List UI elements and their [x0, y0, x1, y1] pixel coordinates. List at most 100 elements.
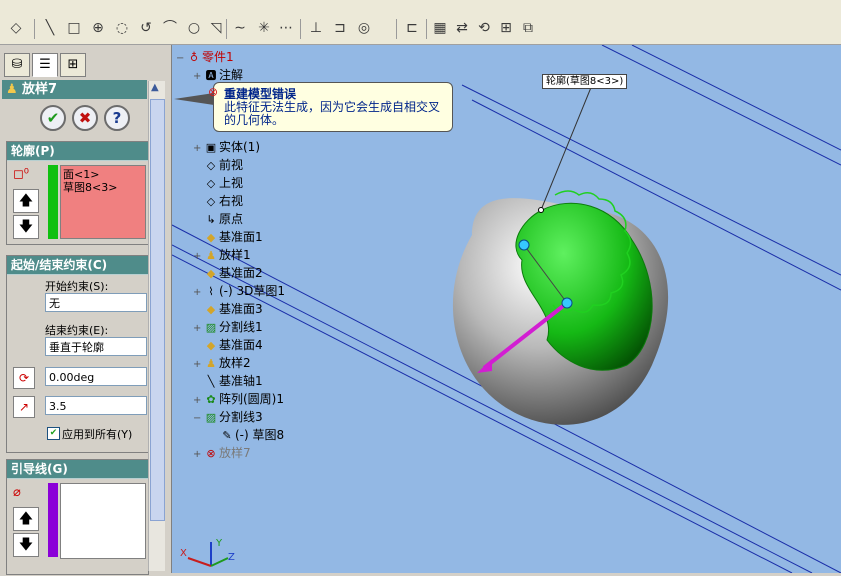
draft-angle-input[interactable]: 0.00deg [45, 367, 147, 386]
tree-item[interactable]: ◆ 基准面3 [193, 301, 263, 317]
help-button[interactable]: ? [104, 105, 130, 131]
plane-icon: ◆ [206, 267, 216, 280]
tree-item[interactable]: + ✿ 阵列(圆周)1 [193, 391, 284, 407]
panel-scrollbar[interactable]: ▲ [148, 81, 165, 571]
linear-pattern-icon[interactable]: ▦ [430, 18, 450, 38]
point-icon[interactable]: ✳ [254, 18, 274, 38]
profile-section-header[interactable]: 轮廓(P) [7, 142, 148, 160]
property-manager-tab[interactable]: ☰ [32, 53, 58, 77]
plane-icon: ◆ [206, 339, 216, 352]
tree-item[interactable]: + ♟ 放样1 [193, 247, 251, 263]
sketch-icon: ✎ [222, 429, 232, 442]
tree-item[interactable]: ◆ 基准面2 [193, 265, 263, 281]
tree-item[interactable]: − ▨ 分割线3 [193, 409, 263, 425]
tree-item[interactable]: ✎ (-) 草图8 [209, 427, 284, 443]
tree-item[interactable]: ◇ 上视 [193, 175, 243, 191]
error-icon: ⊗ [208, 85, 219, 99]
tree-item[interactable]: + ⊗ 放样7 [193, 445, 251, 461]
scale-entities-icon[interactable]: ⊞ [496, 18, 516, 38]
profile-selection-icon: ◻⁰ [13, 167, 30, 182]
copy-entities-icon[interactable]: ⧉ [518, 18, 538, 38]
line-icon[interactable]: ╲ [40, 18, 60, 38]
move-entities-icon[interactable]: ⇄ [452, 18, 472, 38]
move-down-button[interactable]: 🡇 [13, 215, 39, 239]
start-constraint-label: 开始约束(S): [45, 280, 109, 293]
end-constraint-select[interactable]: 垂直于轮廓 [45, 337, 147, 356]
tree-item[interactable]: + ⌇ (-) 3D草图1 [193, 283, 285, 299]
centerpoint-arc-icon[interactable]: ◌ [112, 18, 132, 38]
list-item[interactable]: 面<1> [63, 168, 143, 181]
constraints-section-header[interactable]: 起始/结束约束(C) [7, 256, 148, 274]
add-relation-icon[interactable]: ⊏ [402, 18, 422, 38]
sketch-fillet-icon[interactable]: ◹ [206, 18, 226, 38]
manager-tabs: ⛁ ☰ ⊞ [2, 53, 162, 77]
circle-icon[interactable]: ⊕ [88, 18, 108, 38]
part-error-icon: ♁ [189, 51, 199, 64]
axis-icon: ╲ [207, 375, 215, 388]
solid-body-icon: ▣ [205, 141, 217, 154]
tree-item[interactable]: ╲ 基准轴1 [193, 373, 263, 389]
tree-item[interactable]: ◇ 右视 [193, 193, 243, 209]
property-manager-title: 放样7 [22, 82, 58, 97]
property-manager-panel: ⛁ ☰ ⊞ ♟ 放样7 ✔ ✖ ? 轮廓(P) ◻⁰ 面<1> 草图8<3> 🡅 … [0, 45, 172, 575]
cancel-button[interactable]: ✖ [72, 105, 98, 131]
centerline-icon[interactable]: ⋯ [276, 18, 296, 38]
configuration-manager-tab[interactable]: ⊞ [60, 53, 86, 77]
plane-icon: ◇ [206, 159, 216, 172]
constraints-section: 起始/结束约束(C) 开始约束(S): 无 结束约束(E): 垂直于轮廓 ⟳ 0… [6, 255, 149, 453]
list-item[interactable]: 草图8<3> [63, 181, 143, 194]
handle-point[interactable] [518, 239, 530, 251]
split-line-icon: ▨ [205, 321, 217, 334]
scroll-up-icon[interactable]: ▲ [151, 82, 159, 93]
guide-move-down-button[interactable]: 🡇 [13, 533, 39, 557]
trim-icon[interactable]: ⊥ [306, 18, 326, 38]
sketch-toolbar: ◇ ╲ □ ⊕ ◌ ↺ ⌒ ○ ◹ ∼ ✳ ⋯ ⊥ ⊐ ◎ ⊏ ▦ ⇄ ⟲ ⊞ … [0, 14, 841, 45]
sketch-3d-icon: ⌇ [208, 285, 214, 298]
guide-color-bar [48, 483, 58, 557]
feature-manager-tab[interactable]: ⛁ [4, 53, 30, 77]
tree-item[interactable]: ◇ 前视 [193, 157, 243, 173]
origin-icon: ↳ [206, 213, 216, 226]
rectangle-icon[interactable]: □ [64, 18, 84, 38]
ok-button[interactable]: ✔ [40, 105, 66, 131]
connector-point[interactable] [538, 207, 544, 213]
sketch-callout-label[interactable]: 轮廓(草图8<3>) [542, 74, 628, 89]
tree-item[interactable]: + 🅰 注解 [193, 67, 243, 83]
scrollbar-thumb[interactable] [150, 99, 165, 521]
error-balloon-message: 此特征无法生成，因为它会生成自相交叉的几何体。 [224, 100, 441, 127]
apply-all-checkbox[interactable]: ✔ [47, 427, 60, 440]
guide-move-up-button[interactable]: 🡅 [13, 507, 39, 531]
ellipse-icon[interactable]: ○ [184, 18, 204, 38]
smart-dimension-icon[interactable]: ◇ [6, 18, 26, 38]
guide-selection-icon: ⌀ [13, 485, 21, 500]
start-constraint-select[interactable]: 无 [45, 293, 147, 312]
tree-root[interactable]: − ♁ 零件1 [176, 49, 234, 65]
rotate-entities-icon[interactable]: ⟲ [474, 18, 494, 38]
tree-item[interactable]: ◆ 基准面4 [193, 337, 263, 353]
mirror-icon[interactable]: ◎ [354, 18, 374, 38]
tree-item[interactable]: + ♟ 放样2 [193, 355, 251, 371]
handle-point[interactable] [561, 297, 573, 309]
spline-icon[interactable]: ∼ [230, 18, 250, 38]
tangent-arc-icon[interactable]: ↺ [136, 18, 156, 38]
loft-icon: ♟ [6, 82, 18, 97]
tree-item[interactable]: ◆ 基准面1 [193, 229, 263, 245]
edge-line [631, 45, 841, 151]
move-up-button[interactable]: 🡅 [13, 189, 39, 213]
tree-item[interactable]: + ▣ 实体(1) [193, 139, 260, 155]
property-manager-title-bar: ♟ 放样7 [2, 80, 147, 99]
three-point-arc-icon[interactable]: ⌒ [160, 18, 180, 38]
tree-item[interactable]: + ▨ 分割线1 [193, 319, 263, 335]
error-balloon: ⊗ 重建模型错误 此特征无法生成，因为它会生成自相交叉的几何体。 [174, 82, 453, 132]
tangent-length-icon[interactable]: ↗ [13, 396, 35, 418]
profile-color-bar [48, 165, 58, 239]
guides-section-header[interactable]: 引导线(G) [7, 460, 148, 478]
confirmation-row: ✔ ✖ ? [2, 101, 147, 133]
reverse-direction-icon[interactable]: ⟳ [13, 367, 35, 389]
profile-list[interactable]: 面<1> 草图8<3> [60, 165, 146, 239]
guide-list[interactable] [60, 483, 146, 559]
tangent-length-input[interactable]: 3.5 [45, 396, 147, 415]
tree-item[interactable]: ↳ 原点 [193, 211, 243, 227]
offset-icon[interactable]: ⊐ [330, 18, 350, 38]
top-toolbar-row-1 [0, 0, 841, 15]
